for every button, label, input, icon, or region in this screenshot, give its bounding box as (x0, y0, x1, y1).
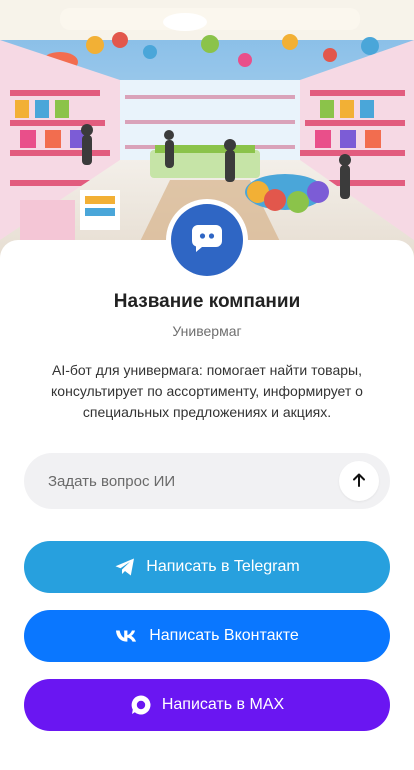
company-description: AI-бот для универмага: помогает найти то… (51, 362, 363, 420)
avatar-circle (171, 204, 243, 276)
max-button-label: Написать в MAX (161, 696, 285, 713)
telegram-icon (114, 557, 136, 577)
max-icon (130, 694, 152, 716)
telegram-button-label: Написать в Telegram (146, 558, 300, 575)
arrow-up-icon (351, 472, 367, 491)
ask-ai-input[interactable] (48, 472, 328, 490)
send-button[interactable] (339, 461, 379, 501)
company-category: Универмаг (172, 323, 242, 339)
vk-icon (115, 629, 139, 643)
vkontakte-button-label: Написать Вконтакте (149, 627, 299, 644)
chat-bot-icon (190, 223, 224, 258)
ask-ai-box (24, 453, 390, 509)
max-button[interactable]: Написать в MAX (24, 679, 390, 731)
vkontakte-button[interactable]: Написать Вконтакте (24, 610, 390, 662)
telegram-button[interactable]: Написать в Telegram (24, 541, 390, 593)
avatar (166, 199, 248, 281)
company-name: Название компании (113, 291, 301, 312)
